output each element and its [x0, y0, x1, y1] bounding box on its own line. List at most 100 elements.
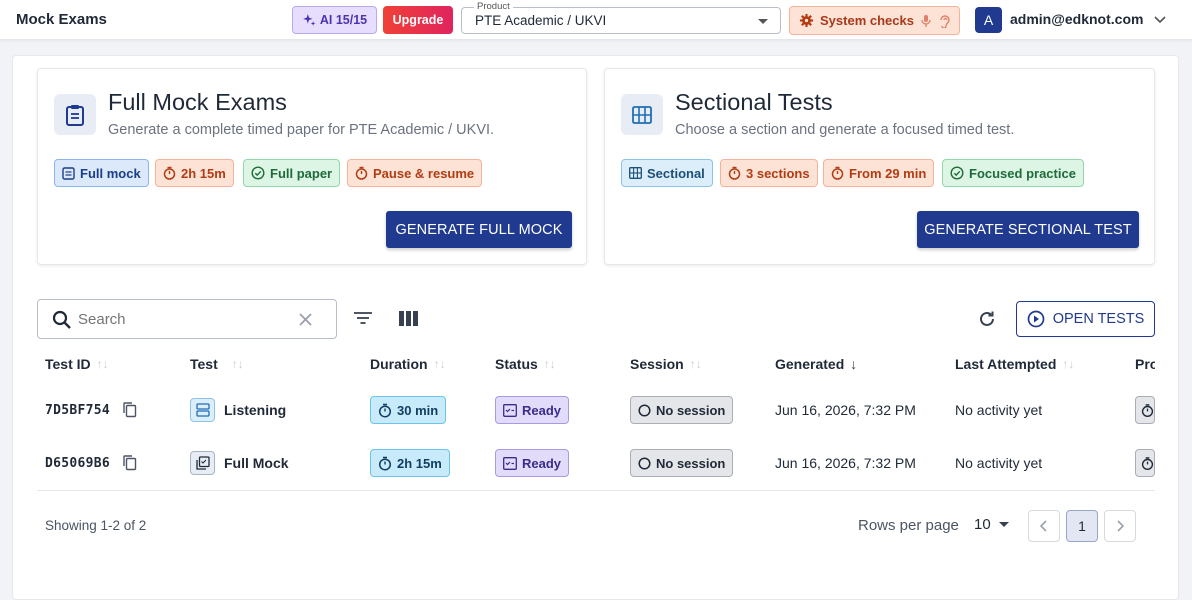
column-header-last-attempted[interactable]: Last Attempted ↑↓ — [955, 356, 1074, 372]
generate-sectional-test-button[interactable]: GENERATE SECTIONAL TEST — [917, 211, 1139, 248]
column-label: Generated — [775, 356, 845, 372]
next-page-button[interactable] — [1104, 510, 1136, 542]
open-tests-button[interactable]: OPEN TESTS — [1016, 301, 1155, 337]
chip-focused-practice: Focused practice — [942, 159, 1084, 187]
checklist-icon — [503, 456, 517, 470]
test-name: Full Mock — [224, 455, 289, 471]
product-select[interactable]: Product PTE Academic / UKVI — [461, 1, 781, 34]
generated-date: Jun 16, 2026, 7:32 PM — [775, 402, 916, 418]
showing-count: Showing 1-2 of 2 — [45, 518, 147, 533]
chip-full-paper: Full paper — [243, 159, 341, 187]
chevron-down-icon — [998, 522, 1009, 527]
chevron-down-icon[interactable] — [1153, 12, 1167, 26]
product-select-label: Product — [474, 1, 513, 12]
grid-icon — [632, 105, 652, 124]
checklist-icon — [503, 403, 517, 417]
session-label: No session — [656, 455, 726, 471]
card-icon-box — [621, 94, 663, 135]
system-checks-button[interactable]: System checks — [789, 6, 960, 35]
prev-page-button[interactable] — [1028, 510, 1060, 542]
column-header-progress[interactable]: Pro — [1135, 356, 1155, 372]
column-header-test[interactable]: Test ↑↓ — [190, 356, 244, 372]
timer-icon — [378, 403, 392, 418]
mic-icon — [921, 14, 931, 27]
ai-credits-badge[interactable]: AI 15/15 — [292, 6, 377, 34]
status-label: Ready — [522, 455, 562, 471]
column-label: Last Attempted — [955, 356, 1057, 372]
session-badge: No session — [630, 396, 734, 424]
card-title: Sectional Tests — [675, 89, 833, 115]
clear-icon[interactable] — [298, 312, 313, 327]
rows-per-page-label: Rows per page — [858, 517, 959, 534]
clipboard-icon — [66, 104, 84, 126]
card-subtitle: Choose a section and generate a focused … — [675, 122, 1015, 138]
session-label: No session — [656, 402, 726, 418]
column-label: Test ID — [45, 356, 91, 372]
search-field[interactable] — [37, 299, 337, 339]
sort-desc-icon: ↓ — [850, 356, 858, 372]
rows-per-page-value: 10 — [974, 516, 991, 533]
sort-icon: ↑↓ — [433, 357, 446, 371]
copy-icon[interactable] — [123, 455, 137, 471]
duration-label: 30 min — [397, 402, 439, 418]
upgrade-button[interactable]: Upgrade — [383, 6, 453, 34]
ai-credits-label: AI 15/15 — [319, 13, 368, 27]
system-checks-label: System checks — [820, 13, 914, 28]
play-circle-icon — [1027, 310, 1045, 328]
avatar[interactable]: A — [975, 7, 1002, 33]
full-mock-card: Full Mock Exams Generate a complete time… — [37, 68, 587, 265]
chip-label: Full mock — [80, 165, 141, 181]
sparkle-icon — [303, 14, 316, 26]
session-badge: No session — [630, 449, 734, 477]
timer-icon — [1141, 403, 1154, 417]
search-input[interactable] — [78, 308, 288, 330]
table-divider — [37, 490, 1155, 491]
status-badge: Ready — [495, 449, 570, 477]
column-label: Pro — [1135, 356, 1155, 372]
page-1-button[interactable]: 1 — [1066, 510, 1098, 542]
chevron-left-icon — [1039, 520, 1047, 532]
copy-icon[interactable] — [123, 402, 137, 418]
card-subtitle: Generate a complete timed paper for PTE … — [108, 122, 495, 138]
test-name: Listening — [224, 402, 287, 418]
progress-badge — [1135, 449, 1155, 477]
chip-from-duration: From 29 min — [823, 159, 935, 187]
column-header-generated[interactable]: Generated ↓ — [775, 356, 857, 372]
last-attempted: No activity yet — [955, 455, 1043, 471]
column-header-duration[interactable]: Duration ↑↓ — [370, 356, 446, 372]
refresh-icon[interactable] — [978, 310, 996, 328]
column-header-session[interactable]: Session ↑↓ — [630, 356, 702, 372]
chip-label: Focused practice — [969, 165, 1076, 181]
chip-label: Pause & resume — [373, 165, 475, 181]
duration-label: 2h 15m — [397, 455, 442, 471]
status-label: Ready — [522, 402, 562, 418]
column-header-status[interactable]: Status ↑↓ — [495, 356, 556, 372]
timer-icon — [163, 166, 176, 180]
column-label: Status — [495, 356, 538, 372]
chip-label: From 29 min — [849, 165, 927, 181]
card-icon-box — [54, 94, 96, 135]
timer-icon — [1141, 456, 1154, 470]
documents-icon — [195, 456, 210, 470]
chip-label: Full paper — [270, 165, 333, 181]
timer-icon — [355, 166, 368, 180]
sections-icon — [195, 403, 210, 417]
chip-duration: 2h 15m — [155, 159, 234, 187]
chip-sections: 3 sections — [720, 159, 818, 187]
check-circle-icon — [950, 166, 964, 180]
column-header-test-id[interactable]: Test ID ↑↓ — [45, 356, 109, 372]
user-email[interactable]: admin@edknot.com — [1010, 11, 1143, 27]
duration-badge: 30 min — [370, 396, 447, 424]
rows-per-page-select[interactable]: 10 — [974, 516, 1009, 533]
test-id: 7D5BF754 — [45, 403, 111, 418]
card-title: Full Mock Exams — [108, 89, 287, 115]
filter-icon[interactable] — [353, 310, 373, 326]
last-attempted: No activity yet — [955, 402, 1043, 418]
test-id: D65069B6 — [45, 456, 111, 471]
sort-icon: ↑↓ — [231, 357, 244, 371]
sort-icon: ↑↓ — [689, 357, 702, 371]
generate-full-mock-button[interactable]: GENERATE FULL MOCK — [386, 211, 572, 248]
duration-badge: 2h 15m — [370, 449, 450, 477]
chevron-down-icon — [758, 19, 768, 24]
columns-icon[interactable] — [399, 311, 418, 326]
